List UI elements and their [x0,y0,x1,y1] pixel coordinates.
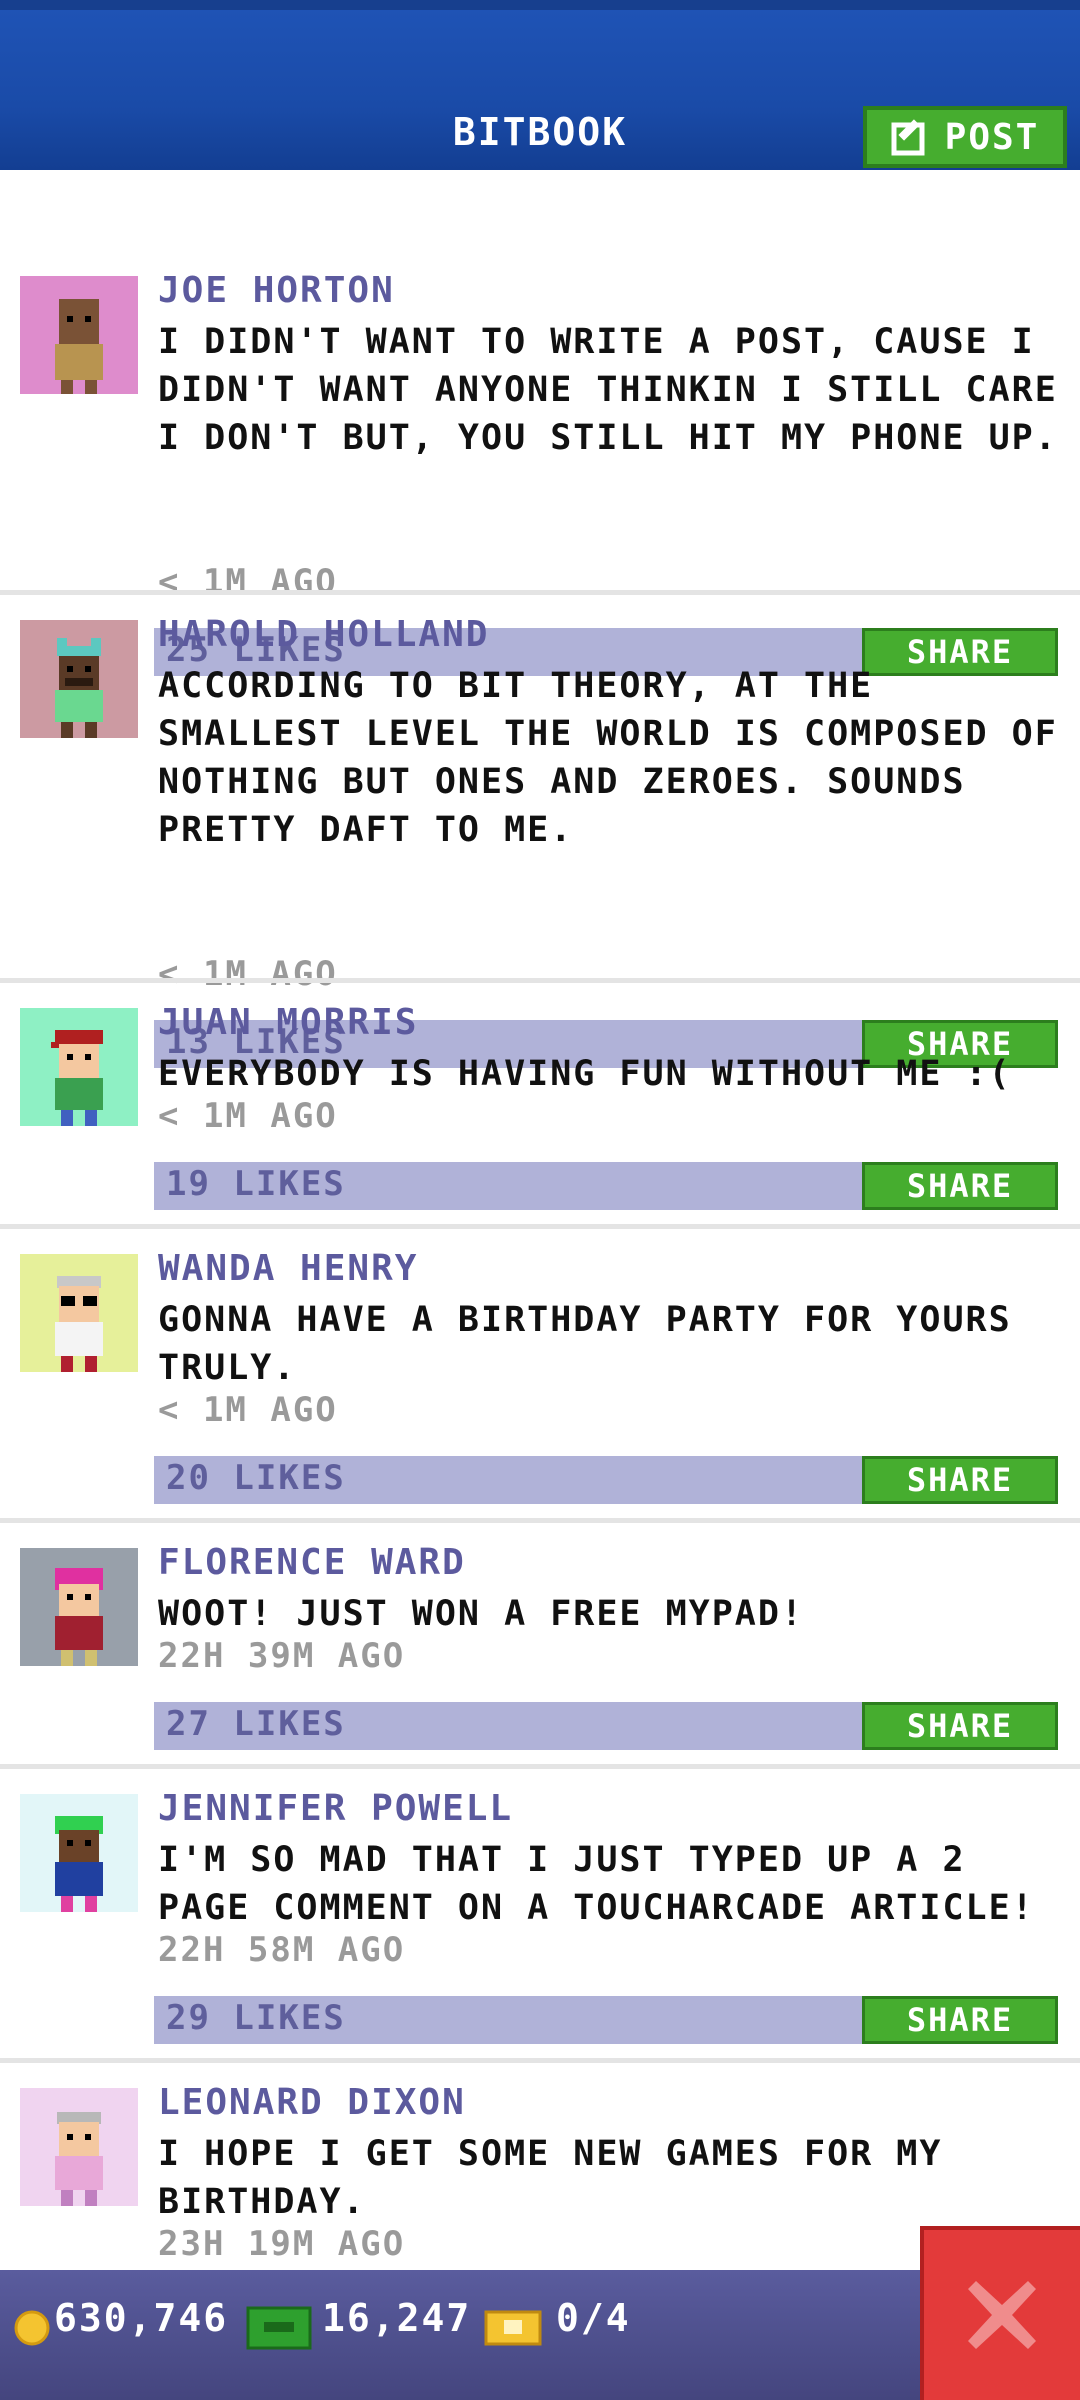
post-button-label: POST [944,116,1040,158]
post-time: < 1M AGO [158,1096,338,1136]
edit-icon [891,119,925,156]
ticket-icon [484,2310,542,2346]
post-divider [0,1224,1080,1229]
post-time: < 1M AGO [158,562,338,602]
like-count: 29 LIKES [166,1998,346,2038]
post-author[interactable]: JOE HORTON [158,270,395,311]
bux-icon [246,2306,312,2350]
share-button[interactable]: SHARE [862,1162,1058,1210]
post-text: I HOPE I GET SOME NEW GAMES FOR MY BIRTH… [158,2134,943,2222]
avatar[interactable] [20,1254,138,1372]
like-bar[interactable]: 27 LIKES SHARE [154,1702,1058,1750]
avatar[interactable] [20,1548,138,1666]
coin-count: 630,746 [54,2296,229,2340]
avatar[interactable] [20,2088,138,2206]
post-author[interactable]: WANDA HENRY [158,1248,418,1289]
post-time: 22H 39M AGO [158,1636,406,1676]
post-text: GONNA HAVE A BIRTHDAY PARTY FOR YOURS TR… [158,1300,1012,1388]
post-divider [0,1764,1080,1769]
like-count: 19 LIKES [166,1164,346,1204]
post-time: 23H 19M AGO [158,2224,406,2264]
close-icon [968,2281,1036,2349]
post-time: 22H 58M AGO [158,1930,406,1970]
share-button[interactable]: SHARE [862,1702,1058,1750]
resource-bar: 630,746 16,247 0/4 [0,2270,1080,2400]
post-author[interactable]: LEONARD DIXON [158,2082,466,2123]
like-bar[interactable]: 19 LIKES SHARE [154,1162,1058,1210]
top-bar: BITBOOK POST [0,0,1080,170]
post-button[interactable]: POST [863,106,1067,168]
like-bar[interactable]: 20 LIKES SHARE [154,1456,1058,1504]
avatar[interactable] [20,1008,138,1126]
coin-icon [14,2310,50,2346]
like-count: 27 LIKES [166,1704,346,1744]
post-author[interactable]: JENNIFER POWELL [158,1788,513,1829]
bux-count: 16,247 [322,2296,472,2340]
post-text: I'M SO MAD THAT I JUST TYPED UP A 2 PAGE… [158,1840,1035,1928]
post-divider [0,1518,1080,1523]
ticket-count: 0/4 [556,2296,631,2340]
post-divider [0,590,1080,595]
post-author[interactable]: JUAN MORRIS [158,1002,418,1043]
share-button[interactable]: SHARE [862,1996,1058,2044]
post-text: ACCORDING TO BIT THEORY, AT THE SMALLEST… [158,666,1058,850]
like-count: 20 LIKES [166,1458,346,1498]
close-button[interactable] [920,2226,1080,2400]
share-button[interactable]: SHARE [862,1456,1058,1504]
post-divider [0,978,1080,983]
like-bar[interactable]: 29 LIKES SHARE [154,1996,1058,2044]
feed[interactable]: JOE HORTON I DIDN'T WANT TO WRITE A POST… [0,170,1080,2270]
avatar[interactable] [20,620,138,738]
post-text: WOOT! JUST WON A FREE MYPAD! [158,1594,805,1634]
post-time: < 1M AGO [158,954,338,994]
post-time: < 1M AGO [158,1390,338,1430]
post-author[interactable]: FLORENCE WARD [158,1542,466,1583]
post-author[interactable]: HAROLD HOLLAND [158,614,489,655]
avatar[interactable] [20,276,138,394]
post-text: EVERYBODY IS HAVING FUN WITHOUT ME :( [158,1054,1012,1094]
avatar[interactable] [20,1794,138,1912]
post-text: I DIDN'T WANT TO WRITE A POST, CAUSE I D… [158,322,1058,458]
post-divider [0,2058,1080,2063]
